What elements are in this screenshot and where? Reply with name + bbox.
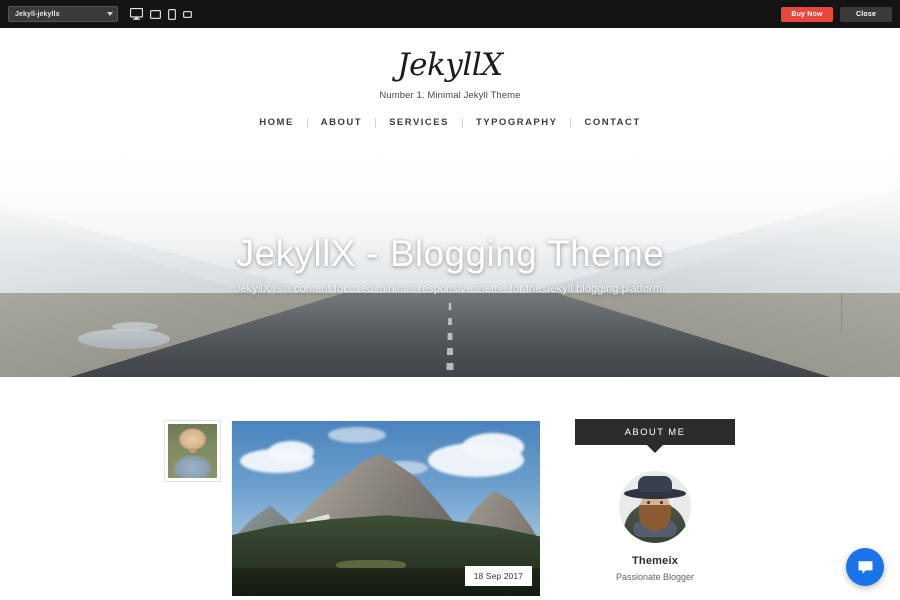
nav-item-typography[interactable]: TYPOGRAPHY <box>463 117 571 128</box>
theme-preview-bar: Jekyll-jekyllx Buy Now Close <box>0 0 900 28</box>
mobile-preview-icon[interactable] <box>183 10 192 18</box>
desktop-preview-icon[interactable] <box>130 8 143 20</box>
theme-selector-dropdown[interactable]: Jekyll-jekyllx <box>8 6 118 22</box>
chat-bubble-icon <box>858 560 872 574</box>
hero-banner: JekyllX - Blogging Theme JekyllX is a co… <box>0 152 900 377</box>
post-author-photo <box>168 424 217 478</box>
hero-title: JekyllX - Blogging Theme <box>235 233 665 275</box>
avatar-eye-left <box>647 501 650 504</box>
tablet-preview-icon[interactable] <box>168 8 176 20</box>
author-name: Themeix <box>631 555 679 567</box>
nav-item-home[interactable]: HOME <box>246 117 307 128</box>
theme-selector-value: Jekyll-jekyllx <box>15 10 60 18</box>
laptop-preview-icon[interactable] <box>150 9 161 19</box>
close-preview-button[interactable]: Close <box>840 6 892 22</box>
author-role: Passionate Blogger <box>615 572 695 582</box>
main-navigation: HOME ABOUT SERVICES TYPOGRAPHY CONTACT <box>0 117 900 128</box>
author-avatar <box>619 471 691 543</box>
cloud-shape <box>328 427 386 443</box>
post-date-badge[interactable]: 18 Sep 2017 <box>464 566 532 586</box>
chevron-down-icon <box>107 12 113 16</box>
device-preview-switcher <box>130 8 192 20</box>
avatar-hat-crown <box>638 476 672 492</box>
sidebar: ABOUT ME Themeix Passionate Blogger <box>575 419 735 582</box>
nav-item-services[interactable]: SERVICES <box>376 117 462 128</box>
site-logo[interactable]: JekyllX <box>0 50 900 81</box>
site-tagline: Number 1. Minimal Jekyll Theme <box>379 90 521 101</box>
avatar-eye-right <box>660 501 663 504</box>
nav-item-contact[interactable]: CONTACT <box>571 117 653 128</box>
cloud-shape <box>462 433 524 461</box>
about-me-widget-title: ABOUT ME <box>624 426 686 438</box>
about-me-widget-header: ABOUT ME <box>575 419 735 445</box>
site-header: JekyllX Number 1. Minimal Jekyll Theme H… <box>0 28 900 152</box>
buy-now-button[interactable]: Buy Now <box>781 6 833 22</box>
cloud-shape <box>268 441 314 463</box>
chat-widget-button[interactable] <box>846 548 884 586</box>
post-featured-image[interactable]: 18 Sep 2017 <box>232 421 540 596</box>
hero-subtitle: JekyllX is a content focused minimal res… <box>234 282 666 295</box>
preview-bar-actions: Buy Now Close <box>781 6 892 22</box>
hero-content: JekyllX - Blogging Theme JekyllX is a co… <box>0 152 900 377</box>
post-author-thumbnail[interactable] <box>165 421 220 481</box>
about-me-widget-body: Themeix Passionate Blogger <box>575 445 735 582</box>
nav-item-about[interactable]: ABOUT <box>308 117 375 128</box>
